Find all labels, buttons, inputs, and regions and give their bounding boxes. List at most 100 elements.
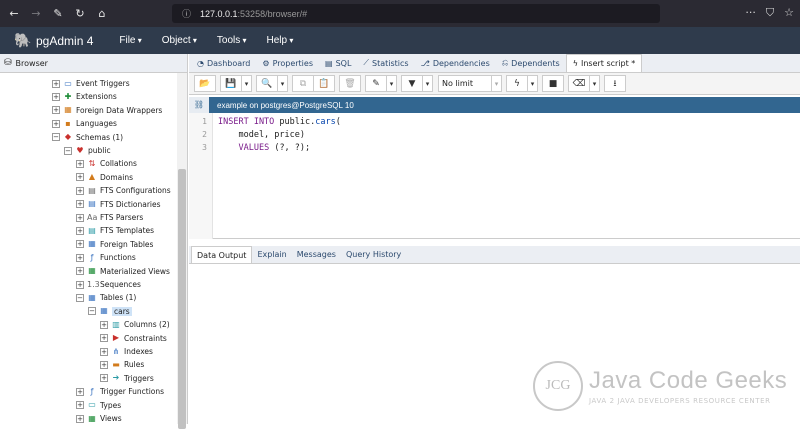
tree-item[interactable]: + ▦ Foreign Data Wrappers <box>52 104 162 117</box>
collapse-icon[interactable]: − <box>88 307 96 316</box>
tree-item[interactable]: + ▤ FTS Configurations <box>76 184 171 197</box>
open-file-button[interactable]: 📂 <box>194 75 216 92</box>
tab-explain[interactable]: Explain <box>252 246 291 263</box>
home-icon[interactable]: ⌂ <box>94 6 110 22</box>
execute-button[interactable]: ϟ <box>506 75 528 92</box>
stop-button[interactable]: ■ <box>542 75 564 92</box>
tab-query-history[interactable]: Query History <box>341 246 406 263</box>
connection-label[interactable]: example on postgres@PostgreSQL 10 <box>217 101 354 110</box>
expand-icon[interactable]: + <box>100 360 108 369</box>
filter-button[interactable]: ▼ <box>401 75 423 92</box>
row-limit-dropdown-button[interactable]: ▾ <box>491 75 502 92</box>
collapse-icon[interactable]: − <box>64 146 72 155</box>
tree-item[interactable]: + ▭ Event Triggers <box>52 77 130 90</box>
tree-item[interactable]: + ➔ Triggers <box>100 372 154 385</box>
expand-icon[interactable]: + <box>76 401 84 410</box>
paste-button[interactable]: 📋 <box>313 75 335 92</box>
expand-icon[interactable]: + <box>76 253 84 262</box>
tree-item[interactable]: + ▲ Domains <box>76 171 133 184</box>
collapse-icon[interactable]: − <box>52 133 60 142</box>
expand-icon[interactable]: + <box>76 226 84 235</box>
row-limit-select[interactable]: No limit <box>438 75 492 92</box>
expand-icon[interactable]: + <box>100 347 108 356</box>
expand-icon[interactable]: + <box>76 213 84 222</box>
find-button[interactable]: 🔍 <box>256 75 278 92</box>
tree-item[interactable]: − ◆ Schemas (1) <box>52 131 123 144</box>
tree-item[interactable]: + ▶ Constraints <box>100 332 167 345</box>
tree-item[interactable]: + ▭ Types <box>76 399 121 412</box>
execute-dropdown-button[interactable]: ▾ <box>527 75 538 92</box>
tree-item[interactable]: +1.3 Sequences <box>76 278 141 291</box>
delete-button[interactable]: 🗑 <box>339 75 361 92</box>
expand-icon[interactable]: + <box>52 106 60 115</box>
tab-messages[interactable]: Messages <box>292 246 341 263</box>
save-button[interactable]: 💾 <box>220 75 242 92</box>
tree-item[interactable]: + ⇅ Collations <box>76 157 137 170</box>
expand-icon[interactable]: + <box>76 280 84 289</box>
copy-button[interactable]: ⧉ <box>292 75 314 92</box>
tree-item[interactable]: + ▤ FTS Dictionaries <box>76 198 161 211</box>
clear-button[interactable]: ⌫ <box>568 75 590 92</box>
tree-item[interactable]: + ▦ Foreign Tables <box>76 238 153 251</box>
menu-file[interactable]: File <box>119 35 141 46</box>
download-button[interactable]: ⭳ <box>604 75 626 92</box>
expand-icon[interactable]: + <box>76 173 84 182</box>
expand-icon[interactable]: + <box>76 267 84 276</box>
menu-object[interactable]: Object <box>162 35 197 46</box>
collapse-icon[interactable]: − <box>76 293 84 302</box>
page-info-icon[interactable]: ⓘ <box>182 7 196 20</box>
tab-dependencies[interactable]: ⎇ Dependencies <box>415 54 496 72</box>
expand-icon[interactable]: + <box>76 200 84 209</box>
tree-item[interactable]: + ƒ Functions <box>76 251 136 264</box>
expand-icon[interactable]: + <box>76 240 84 249</box>
tree-item[interactable]: + ▤ FTS Templates <box>76 224 154 237</box>
tab-dashboard[interactable]: ◔ Dashboard <box>191 54 256 72</box>
tree-scrollbar[interactable] <box>177 73 187 429</box>
tree-item[interactable]: + ✚ Extensions <box>52 90 117 103</box>
filter-dropdown-button[interactable]: ▾ <box>422 75 433 92</box>
expand-icon[interactable]: + <box>76 414 84 423</box>
tree-item[interactable]: + ▬ Rules <box>100 358 144 371</box>
tools-icon[interactable]: ✎ <box>50 6 66 22</box>
edit-dropdown-button[interactable]: ▾ <box>386 75 397 92</box>
expand-icon[interactable]: + <box>52 92 60 101</box>
bookmark-star-icon[interactable]: ☆ <box>784 6 794 20</box>
expand-icon[interactable]: + <box>52 119 60 128</box>
tree-item[interactable]: − ▦ Tables (1) <box>76 291 136 304</box>
sql-editor[interactable]: 1 2 3 INSERT INTO public.cars( model, pr… <box>189 113 800 239</box>
tab-dependents[interactable]: ⎌ Dependents <box>496 54 566 72</box>
tree-item[interactable]: − ♥ public <box>64 144 111 157</box>
tab-sql[interactable]: ▤ SQL <box>319 54 357 72</box>
tab-data-output[interactable]: Data Output <box>191 246 253 263</box>
forward-icon[interactable]: → <box>28 6 44 22</box>
expand-icon[interactable]: + <box>52 79 60 88</box>
menu-help[interactable]: Help <box>267 35 294 46</box>
tree-item[interactable]: + Aa FTS Parsers <box>76 211 143 224</box>
tab-insert-script[interactable]: ϟ Insert script * <box>565 54 643 72</box>
expand-icon[interactable]: + <box>76 159 84 168</box>
tab-properties[interactable]: ⚙ Properties <box>256 54 319 72</box>
find-dropdown-button[interactable]: ▾ <box>277 75 288 92</box>
address-bar[interactable]: ⓘ 127.0.0.1:53258/browser/# <box>172 4 660 23</box>
expand-icon[interactable]: + <box>76 387 84 396</box>
connection-link-icon[interactable]: ⛓ <box>189 97 209 113</box>
tab-statistics[interactable]: ⟋ Statistics <box>357 54 414 72</box>
tree-item[interactable]: − ▦ cars <box>88 305 132 318</box>
tree-item[interactable]: + ƒ Trigger Functions <box>76 385 164 398</box>
expand-icon[interactable]: + <box>76 186 84 195</box>
edit-button[interactable]: ✎ <box>365 75 387 92</box>
tree-item[interactable]: + ⋔ Indexes <box>100 345 153 358</box>
pocket-icon[interactable]: ⛉ <box>766 6 774 20</box>
menu-tools[interactable]: Tools <box>217 35 247 46</box>
browser-tab[interactable]: ⛁ Browser <box>0 54 187 73</box>
page-actions-icon[interactable]: ··· <box>745 6 756 20</box>
save-dropdown-button[interactable]: ▾ <box>241 75 252 92</box>
clear-dropdown-button[interactable]: ▾ <box>589 75 600 92</box>
tree-item[interactable]: + ▥ Columns (2) <box>100 318 170 331</box>
tree-item[interactable]: + ▦ Materialized Views <box>76 265 170 278</box>
expand-icon[interactable]: + <box>100 374 108 383</box>
tree-scroll-thumb[interactable] <box>178 169 186 429</box>
reload-icon[interactable]: ↻ <box>72 6 88 22</box>
tree-item[interactable]: + ▦ Views <box>76 412 122 424</box>
expand-icon[interactable]: + <box>100 320 108 329</box>
